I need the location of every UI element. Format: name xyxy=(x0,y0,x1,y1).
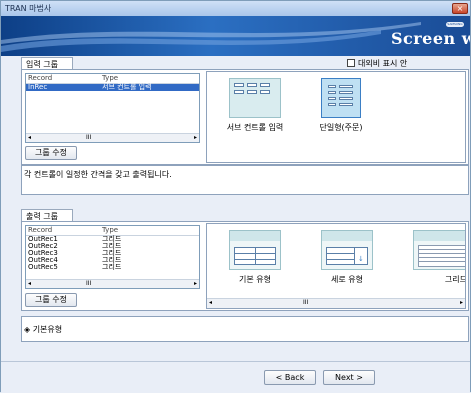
layout-grid-icon[interactable] xyxy=(413,230,465,270)
layout-vertical-label: 세로 유형 xyxy=(331,275,363,284)
input-record-list[interactable]: Record Type InRec 서브 컨트롤 입력 ◂ III ▸ xyxy=(25,73,200,143)
confidential-checkbox[interactable] xyxy=(347,59,355,67)
scroll-left-icon[interactable]: ◂ xyxy=(209,299,212,307)
scroll-thumb[interactable]: III xyxy=(86,134,91,142)
list-item[interactable]: InRec 서브 컨트롤 입력 xyxy=(26,84,199,91)
scroll-left-icon[interactable]: ◂ xyxy=(28,280,31,288)
layout-sub-control-icon[interactable] xyxy=(229,78,281,118)
layout-sub-control-label: 서브 컨트롤 입력 xyxy=(226,123,284,132)
layout-vertical-icon[interactable]: ↓ xyxy=(321,230,373,270)
brand-badge: SAMSUNG xyxy=(446,22,464,27)
header-banner: SAMSUNG Screen w xyxy=(1,16,470,56)
output-layout-description: ◈ 기본유형 xyxy=(21,316,469,342)
column-type: Type xyxy=(102,74,119,82)
confidential-label: 대외비 표시 안 xyxy=(358,59,408,68)
list-item[interactable]: OutRec5 그리드 xyxy=(26,264,199,271)
column-record: Record xyxy=(28,74,53,82)
output-edit-group-button[interactable]: 그룹 수정 xyxy=(25,293,77,307)
scroll-right-icon[interactable]: ▸ xyxy=(194,280,197,288)
back-button[interactable]: < Back xyxy=(264,370,316,385)
column-record: Record xyxy=(28,226,53,234)
output-list-scrollbar[interactable]: ◂ III ▸ xyxy=(26,279,199,288)
wizard-window: TRAN 마법사 × SAMSUNG Screen w 입력 그룹 대외비 표시… xyxy=(0,0,471,393)
window-title: TRAN 마법사 xyxy=(5,4,52,13)
arrow-down-icon: ↓ xyxy=(358,255,364,263)
output-record-list[interactable]: Record Type OutRec1 그리드 OutRec2 그리드 OutR… xyxy=(25,225,200,289)
banner-title: Screen w xyxy=(390,29,470,48)
scroll-thumb[interactable]: III xyxy=(86,280,91,288)
close-button[interactable]: × xyxy=(452,3,468,14)
wizard-footer: < Back Next > xyxy=(1,361,470,393)
layout-grid-label: 그리드 xyxy=(444,275,466,284)
input-list-scrollbar[interactable]: ◂ III ▸ xyxy=(26,133,199,142)
input-group-label: 입력 그룹 xyxy=(21,57,73,69)
title-bar: TRAN 마법사 × xyxy=(1,1,470,16)
column-type: Type xyxy=(102,226,119,234)
layout-single-order-icon[interactable] xyxy=(321,78,361,118)
output-gallery-scrollbar[interactable]: ◂ III ▸ xyxy=(207,298,465,308)
input-edit-group-button[interactable]: 그룹 수정 xyxy=(25,146,77,160)
next-button[interactable]: Next > xyxy=(323,370,375,385)
scroll-right-icon[interactable]: ▸ xyxy=(194,134,197,142)
output-layout-gallery[interactable]: 기본 유형 ↓ 세로 유형 그리드 ◂ III ▸ xyxy=(206,223,466,309)
layout-basic-icon[interactable] xyxy=(229,230,281,270)
scroll-thumb[interactable]: III xyxy=(303,299,308,307)
layout-basic-label: 기본 유형 xyxy=(239,275,271,284)
scroll-right-icon[interactable]: ▸ xyxy=(460,299,463,307)
scroll-left-icon[interactable]: ◂ xyxy=(28,134,31,142)
input-layout-gallery[interactable]: 서브 컨트롤 입력 단일형(주문) xyxy=(206,71,466,163)
input-layout-description: 각 컨트롤이 일정한 간격을 갖고 출력됩니다. xyxy=(21,165,469,195)
output-group-label: 출력 그룹 xyxy=(21,209,73,221)
layout-single-order-label: 단일형(주문) xyxy=(319,123,363,132)
